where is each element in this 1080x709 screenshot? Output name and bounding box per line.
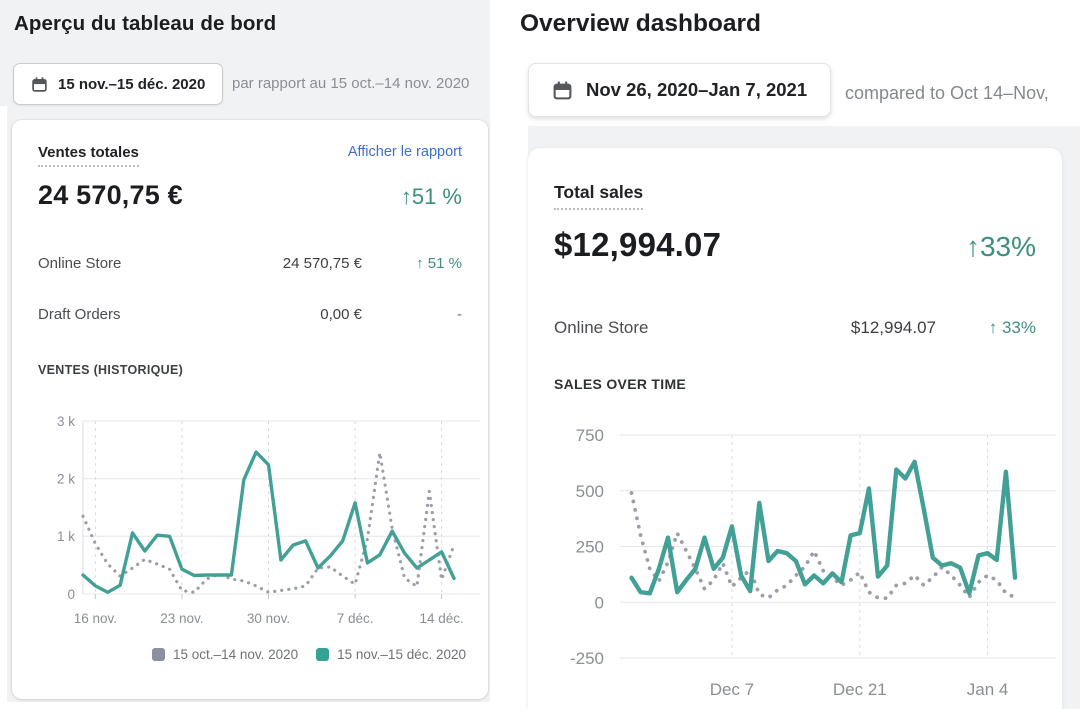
svg-text:2 k: 2 k (57, 472, 75, 487)
screenshot-stage: Aperçu du tableau de bord 15 nov.–15 déc… (0, 0, 1080, 709)
total-sales-card-right: Total sales $12,994.07 ↑33% Online Store… (528, 148, 1062, 709)
row-label: Online Store (554, 318, 716, 338)
table-row: Online Store $12,994.07 ↑ 33% (554, 318, 1036, 338)
svg-text:23 nov.: 23 nov. (160, 611, 203, 626)
sales-breakdown-left: Online Store 24 570,75 € ↑ 51 % Draft Or… (38, 255, 462, 323)
row-delta: ↑ 51 % (362, 255, 462, 272)
total-sales-delta-right: ↑33% (966, 231, 1036, 263)
svg-text:250: 250 (576, 538, 604, 557)
svg-text:0: 0 (67, 587, 75, 602)
compare-period-text-left: par rapport au 15 oct.–14 nov. 2020 (232, 75, 469, 92)
legend-label: 15 nov.–15 déc. 2020 (337, 647, 466, 662)
sales-breakdown-right: Online Store $12,994.07 ↑ 33% (554, 318, 1036, 338)
total-sales-amount-right: $12,994.07 (554, 226, 721, 264)
legend-label: 15 oct.–14 nov. 2020 (173, 647, 298, 662)
row-value: 0,00 € (202, 306, 362, 323)
panel-french-dashboard: Aperçu du tableau de bord 15 nov.–15 déc… (0, 0, 490, 702)
total-sales-amount-left: 24 570,75 € (38, 180, 183, 211)
view-report-link[interactable]: Afficher le rapport (348, 144, 462, 160)
left-edge-strip (0, 106, 7, 702)
row-value: 24 570,75 € (202, 255, 362, 272)
chart-title-right: SALES OVER TIME (554, 376, 1036, 392)
svg-text:750: 750 (576, 426, 604, 445)
svg-text:Dec 7: Dec 7 (710, 680, 754, 699)
sales-line-chart-right[interactable]: -250 0 250 500 750 Dec 7 Dec 21 Jan 4 (552, 404, 1062, 702)
date-range-button-right[interactable]: Nov 26, 2020–Jan 7, 2021 (528, 63, 831, 117)
svg-text:7 déc.: 7 déc. (337, 611, 374, 626)
metric-label-left[interactable]: Ventes totales (38, 144, 139, 167)
row-value: $12,994.07 (716, 318, 936, 338)
date-range-label-right: Nov 26, 2020–Jan 7, 2021 (586, 79, 807, 101)
legend-item-current-period: 15 nov.–15 déc. 2020 (316, 647, 466, 662)
page-title-right: Overview dashboard (520, 10, 761, 38)
row-label: Online Store (38, 255, 202, 272)
table-row: Online Store 24 570,75 € ↑ 51 % (38, 255, 462, 272)
table-row: Draft Orders 0,00 € - (38, 306, 462, 323)
svg-text:0: 0 (595, 593, 604, 612)
svg-text:1 k: 1 k (57, 529, 75, 544)
calendar-icon (31, 76, 48, 93)
sales-line-chart-left[interactable]: 0 1 k 2 k 3 k 16 nov. 23 nov. 30 nov. 7 déc. 14 … (38, 393, 488, 633)
row-delta: ↑ 33% (936, 318, 1036, 338)
svg-text:500: 500 (576, 482, 604, 501)
total-sales-card-left: Ventes totales Afficher le rapport 24 57… (12, 120, 488, 699)
chart-legend: 15 oct.–14 nov. 2020 15 nov.–15 déc. 202… (12, 647, 466, 662)
date-range-button-left[interactable]: 15 nov.–15 déc. 2020 (13, 63, 223, 105)
svg-text:Dec 21: Dec 21 (833, 680, 887, 699)
legend-item-previous-period: 15 oct.–14 nov. 2020 (152, 647, 298, 662)
metric-label-right[interactable]: Total sales (554, 182, 643, 210)
svg-text:16 nov.: 16 nov. (74, 611, 117, 626)
compare-period-text-right: compared to Oct 14–Nov, (845, 83, 1049, 104)
svg-text:14 déc.: 14 déc. (419, 611, 463, 626)
svg-text:-250: -250 (570, 649, 604, 668)
page-title-left: Aperçu du tableau de bord (14, 12, 276, 36)
svg-text:30 nov.: 30 nov. (247, 611, 290, 626)
chart-title-left: VENTES (HISTORIQUE) (38, 363, 462, 377)
total-sales-delta-left: ↑51 % (401, 184, 462, 210)
panel-divider (490, 0, 520, 709)
row-label: Draft Orders (38, 306, 202, 323)
svg-text:Jan 4: Jan 4 (967, 680, 1009, 699)
legend-swatch-gray-icon (152, 648, 165, 661)
date-range-label-left: 15 nov.–15 déc. 2020 (58, 76, 205, 93)
legend-swatch-teal-icon (316, 648, 329, 661)
panel-english-dashboard: Overview dashboard Nov 26, 2020–Jan 7, 2… (520, 0, 1080, 709)
svg-text:3 k: 3 k (57, 414, 75, 429)
calendar-icon (552, 80, 573, 101)
row-delta: - (362, 306, 462, 323)
